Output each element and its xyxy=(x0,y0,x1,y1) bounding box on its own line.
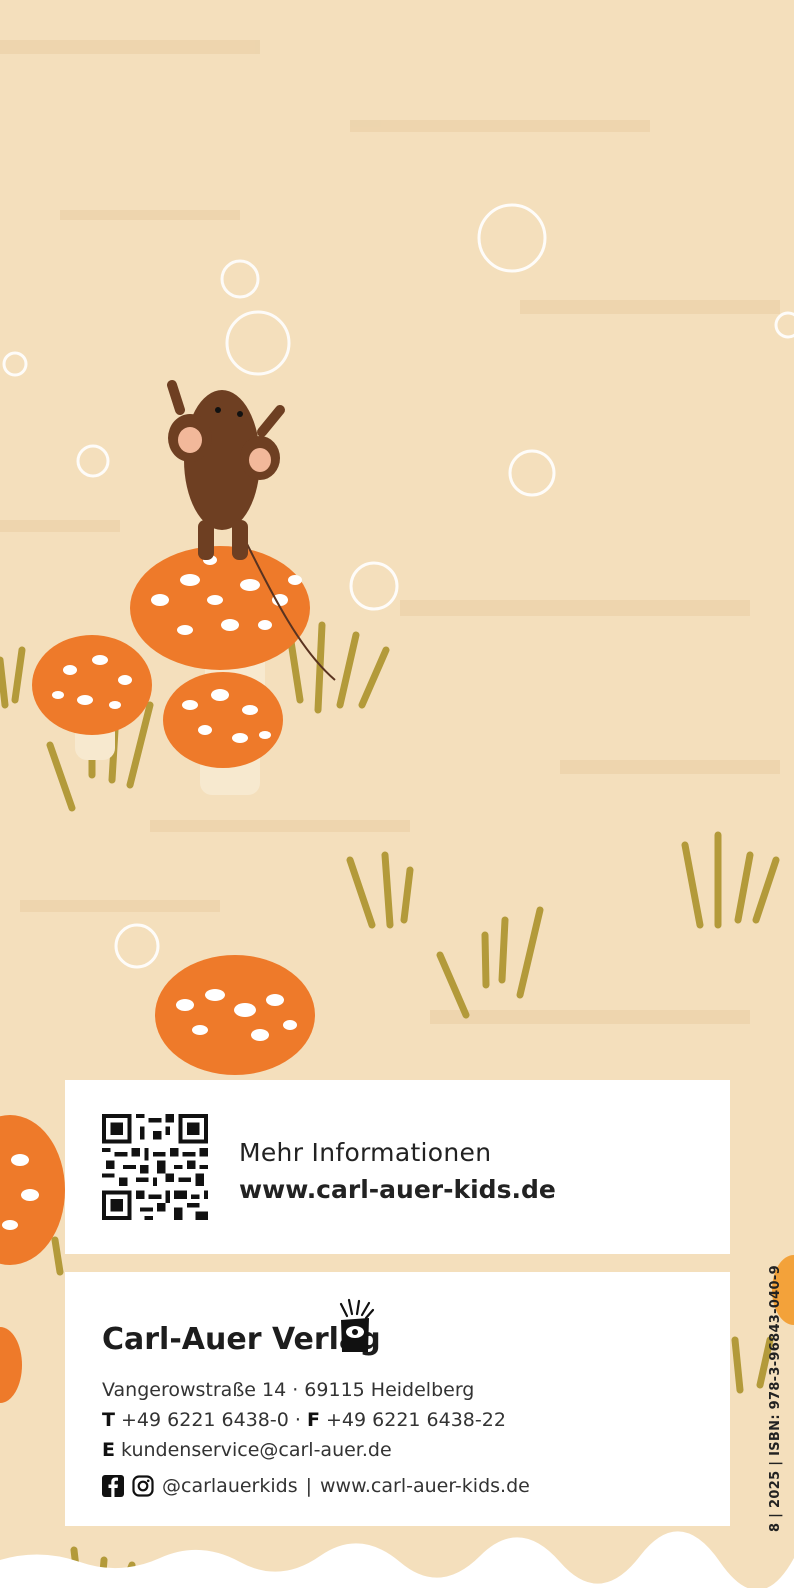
email-line: E kundenservice@carl-auer.de xyxy=(102,1439,392,1461)
instagram-icon[interactable] xyxy=(132,1475,154,1497)
social-row: @carlauerkids | www.carl-auer-kids.de xyxy=(102,1473,530,1499)
footer-website-link[interactable]: www.carl-auer-kids.de xyxy=(320,1475,530,1497)
info-card: Mehr Informationen www.carl-auer-kids.de xyxy=(65,1080,730,1254)
phone-fax-separator: · xyxy=(288,1409,307,1431)
spine-isbn-text: 8 | 2025 | ISBN: 978-3-96843-040-9 xyxy=(768,1265,783,1532)
fax-prefix: F xyxy=(306,1409,320,1431)
phone-prefix: T xyxy=(102,1409,115,1431)
qr-code-icon[interactable] xyxy=(102,1114,208,1220)
phone-number[interactable]: +49 6221 6438-0 xyxy=(121,1409,289,1431)
social-divider: | xyxy=(305,1475,313,1497)
fax-number: +49 6221 6438-22 xyxy=(326,1409,506,1431)
facebook-icon[interactable] xyxy=(102,1475,124,1497)
contact-card: Carl-Auer Verlag Vangerowstraße 14 · 691… xyxy=(65,1272,730,1526)
social-handle[interactable]: @carlauerkids xyxy=(162,1475,298,1497)
email-prefix: E xyxy=(102,1439,115,1461)
website-link[interactable]: www.carl-auer-kids.de xyxy=(239,1175,556,1204)
phone-line: T +49 6221 6438-0 · F +49 6221 6438-22 xyxy=(102,1409,506,1431)
more-info-label: Mehr Informationen xyxy=(239,1138,492,1167)
mushroom-bottom xyxy=(155,955,315,1075)
carl-auer-logo-icon xyxy=(339,1298,375,1352)
email-address[interactable]: kundenservice@carl-auer.de xyxy=(121,1439,392,1461)
address-line: Vangerowstraße 14 · 69115 Heidelberg xyxy=(102,1379,475,1401)
